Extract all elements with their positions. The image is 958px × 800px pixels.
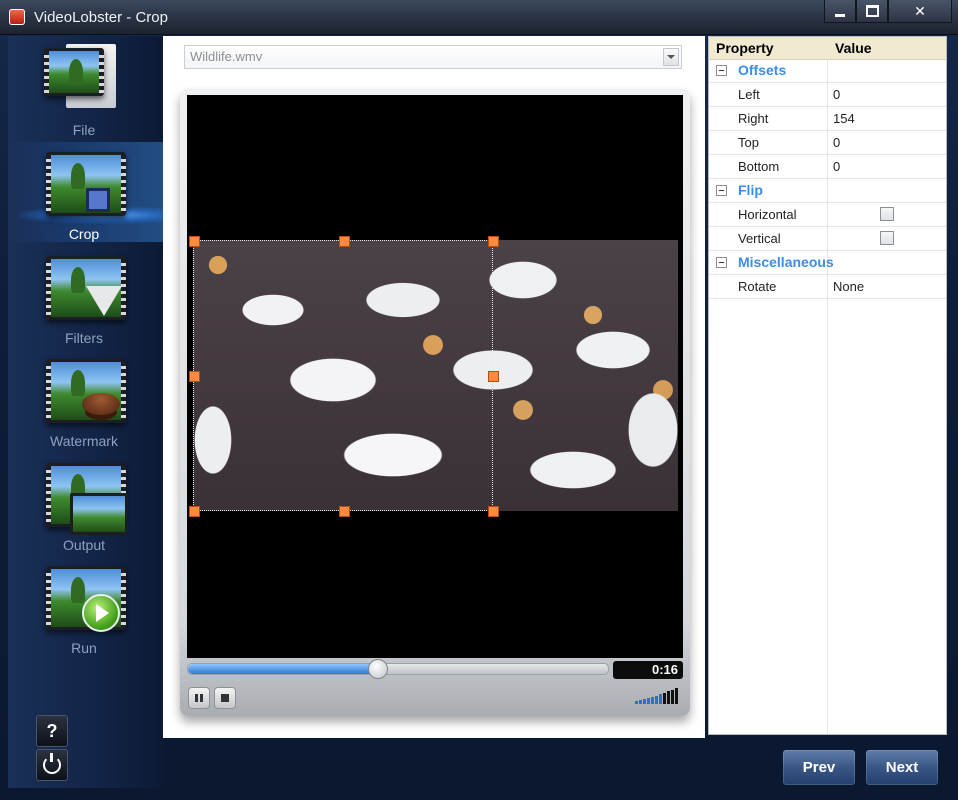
watermark-stamp-icon <box>82 393 120 415</box>
sidebar-item-output[interactable]: Output <box>8 453 163 553</box>
crop-handle-top[interactable] <box>339 236 350 247</box>
help-icon: ? <box>46 720 58 741</box>
play-icon <box>82 594 120 632</box>
collapse-icon[interactable] <box>716 65 727 76</box>
value-column-header: Value <box>835 40 872 56</box>
file-select-value: Wildlife.wmv <box>190 49 263 64</box>
property-value[interactable]: 154 <box>833 111 855 126</box>
property-row-right[interactable]: Right 154 <box>709 107 946 131</box>
sidebar-item-run[interactable]: Run <box>8 556 163 656</box>
property-row-top[interactable]: Top 0 <box>709 131 946 155</box>
pause-button[interactable] <box>188 687 210 709</box>
crop-handle-left[interactable] <box>189 371 200 382</box>
vertical-flip-checkbox[interactable] <box>880 231 894 245</box>
property-name: Vertical <box>738 231 781 246</box>
property-name: Horizontal <box>738 207 797 222</box>
sidebar-item-label: File <box>72 122 96 138</box>
property-row-bottom[interactable]: Bottom 0 <box>709 155 946 179</box>
video-screen <box>187 95 683 658</box>
help-button[interactable]: ? <box>36 715 68 747</box>
property-row-horizontal[interactable]: Horizontal <box>709 203 946 227</box>
watermark-video-icon <box>46 359 126 423</box>
close-button[interactable]: ✕ <box>888 0 952 23</box>
horizontal-flip-checkbox[interactable] <box>880 207 894 221</box>
file-select-dropdown[interactable]: Wildlife.wmv <box>184 45 682 69</box>
property-grid: Property Value Offsets Left 0 Right 154 … <box>708 36 947 735</box>
property-row-rotate[interactable]: Rotate None <box>709 275 946 299</box>
property-name: Left <box>738 87 760 102</box>
seek-handle[interactable] <box>368 659 388 679</box>
minimize-button[interactable] <box>824 0 856 23</box>
time-display: 0:16 <box>613 661 683 679</box>
sidebar-item-label: Run <box>71 640 97 656</box>
main-panel: Wildlife.wmv 0:16 <box>163 36 705 738</box>
sidebar-item-watermark[interactable]: Watermark <box>8 349 163 449</box>
property-value[interactable]: None <box>833 279 864 294</box>
category-miscellaneous[interactable]: Miscellaneous <box>709 251 946 275</box>
property-value[interactable]: 0 <box>833 87 840 102</box>
chevron-down-icon[interactable] <box>663 48 679 66</box>
sidebar: File Crop Filters Watermark Output Run ? <box>8 36 163 788</box>
output-copy-icon <box>70 493 128 535</box>
volume-icon[interactable] <box>635 686 683 706</box>
property-name: Right <box>738 111 769 126</box>
window-title: VideoLobster - Crop <box>34 9 168 26</box>
file-video-icon <box>44 48 104 96</box>
window-controls: ✕ <box>824 0 952 23</box>
title-bar[interactable]: VideoLobster - Crop ✕ <box>0 0 958 35</box>
sidebar-item-filters[interactable]: Filters <box>8 246 163 346</box>
crop-selection-box[interactable] <box>193 240 493 511</box>
crop-handle-right[interactable] <box>488 371 499 382</box>
category-flip[interactable]: Flip <box>709 179 946 203</box>
crop-handle-top-left[interactable] <box>189 236 200 247</box>
prev-button[interactable]: Prev <box>782 749 856 786</box>
property-value[interactable]: 0 <box>833 159 840 174</box>
sidebar-item-crop[interactable]: Crop <box>8 142 163 242</box>
app-logo-icon <box>9 9 25 25</box>
app-window: VideoLobster - Crop ✕ File Crop Filters <box>0 0 958 800</box>
property-name: Bottom <box>738 159 780 174</box>
property-column-header: Property <box>716 40 774 56</box>
property-value[interactable]: 0 <box>833 135 840 150</box>
category-offsets[interactable]: Offsets <box>709 59 946 83</box>
seek-bar[interactable] <box>187 659 609 679</box>
property-row-left[interactable]: Left 0 <box>709 83 946 107</box>
sidebar-item-label: Output <box>62 537 106 553</box>
property-row-vertical[interactable]: Vertical <box>709 227 946 251</box>
collapse-icon[interactable] <box>716 185 727 196</box>
property-grid-header: Property Value <box>709 37 946 60</box>
sidebar-item-file[interactable]: File <box>8 38 163 138</box>
crop-handle-bottom-left[interactable] <box>189 506 200 517</box>
property-name: Top <box>738 135 759 150</box>
maximize-button[interactable] <box>856 0 888 23</box>
sidebar-item-label: Filters <box>64 330 104 346</box>
power-button[interactable] <box>36 749 68 781</box>
sidebar-item-label: Crop <box>68 226 100 242</box>
filter-funnel-icon <box>86 286 122 316</box>
crop-handle-bottom-right[interactable] <box>488 506 499 517</box>
crop-handle-top-right[interactable] <box>488 236 499 247</box>
sidebar-item-label: Watermark <box>50 433 118 449</box>
crop-frame-icon <box>86 188 110 212</box>
category-label: Offsets <box>738 62 787 78</box>
crop-handle-bottom[interactable] <box>339 506 350 517</box>
category-label: Miscellaneous <box>738 254 834 270</box>
seek-progress <box>188 664 377 674</box>
property-name: Rotate <box>738 279 777 294</box>
power-icon <box>43 753 61 774</box>
stop-button[interactable] <box>214 687 236 709</box>
category-label: Flip <box>738 182 763 198</box>
next-button[interactable]: Next <box>865 749 939 786</box>
video-player: 0:16 <box>180 89 690 716</box>
collapse-icon[interactable] <box>716 257 727 268</box>
